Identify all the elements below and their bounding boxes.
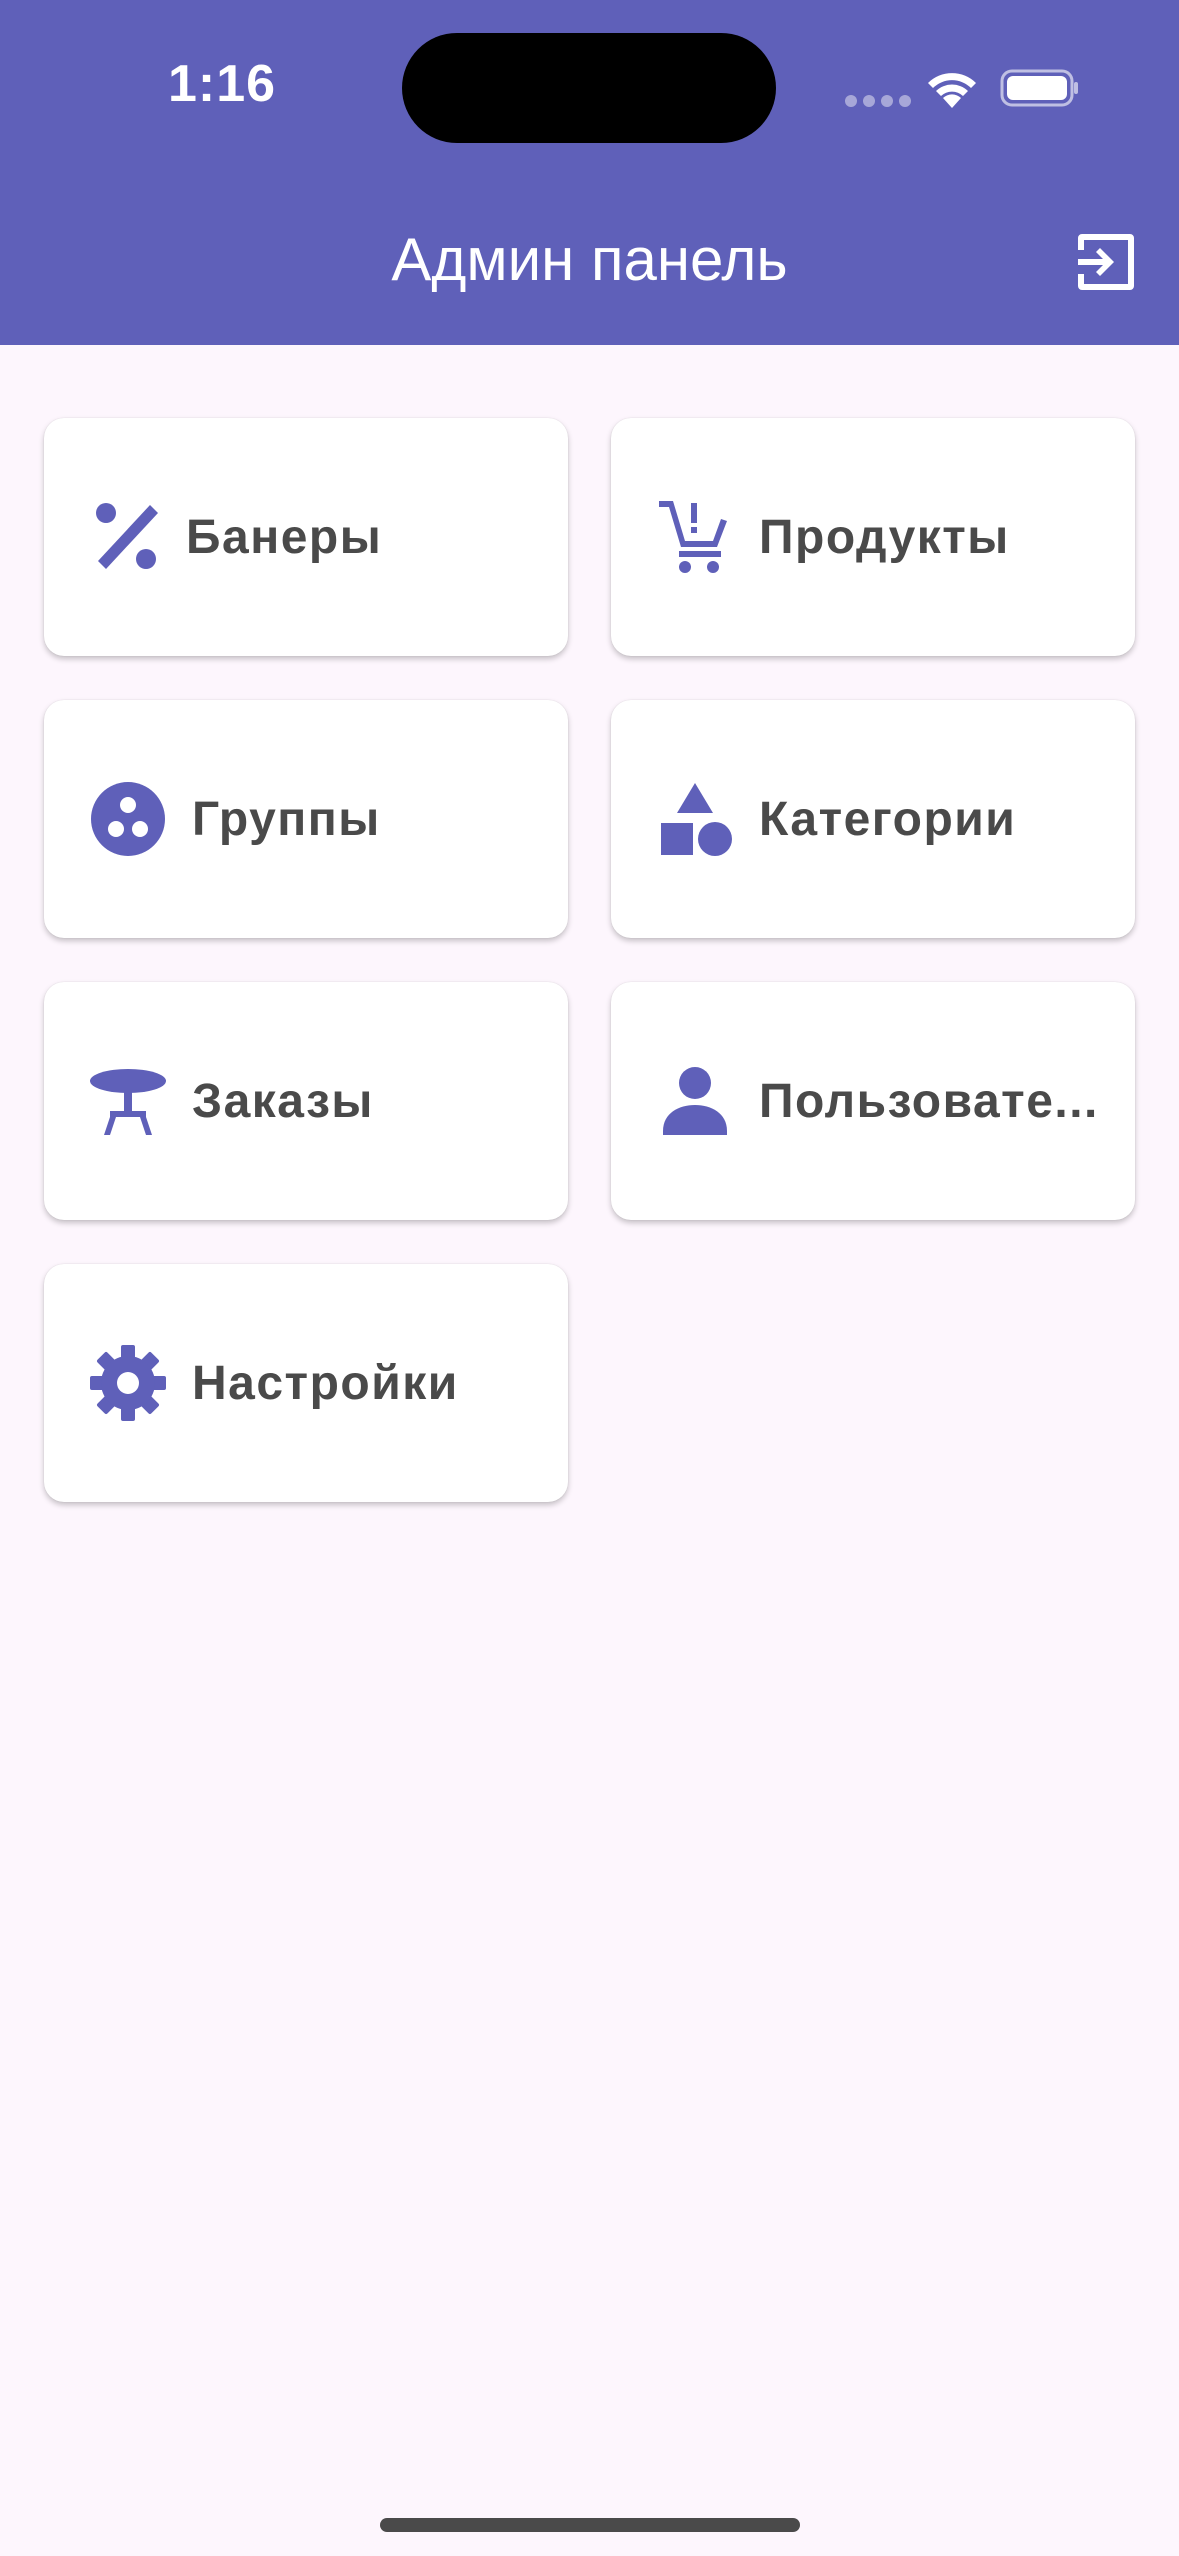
cellular-signal-icon [845,95,911,107]
status-time: 1:16 [168,55,277,113]
admin-menu-grid: Банеры Продукты Группы Категории Заказы … [44,418,1135,1502]
tile-banners[interactable]: Банеры [44,418,568,656]
gear-icon [88,1343,168,1423]
tile-categories[interactable]: Категории [611,700,1135,938]
tile-label: Продукты [759,510,1010,564]
person-icon [655,1061,735,1141]
table-icon [88,1061,168,1141]
logout-button[interactable] [1074,230,1138,294]
percent-icon [88,497,168,577]
cart-add-icon [655,497,735,577]
tile-label: Категории [759,792,1017,846]
battery-icon [1000,68,1080,108]
tile-users[interactable]: Пользовате... [611,982,1135,1220]
logout-icon [1078,234,1134,290]
page-title: Админ панель [391,226,788,293]
tile-products[interactable]: Продукты [611,418,1135,656]
tile-orders[interactable]: Заказы [44,982,568,1220]
tile-label: Группы [192,792,381,846]
app-bar: 1:16 Админ панель [0,0,1179,345]
workspaces-icon [88,779,168,859]
tile-settings[interactable]: Настройки [44,1264,568,1502]
tile-label: Пользовате... [759,1074,1099,1128]
tile-groups[interactable]: Группы [44,700,568,938]
screen: 1:16 Админ панель Банеры Продукты Группы… [0,0,1179,2556]
tile-label: Заказы [192,1074,374,1128]
tile-label: Банеры [186,510,383,564]
category-shapes-icon [655,779,735,859]
wifi-icon [922,64,982,110]
tile-label: Настройки [192,1356,459,1410]
home-indicator[interactable] [380,2518,800,2532]
dynamic-island [402,33,776,143]
